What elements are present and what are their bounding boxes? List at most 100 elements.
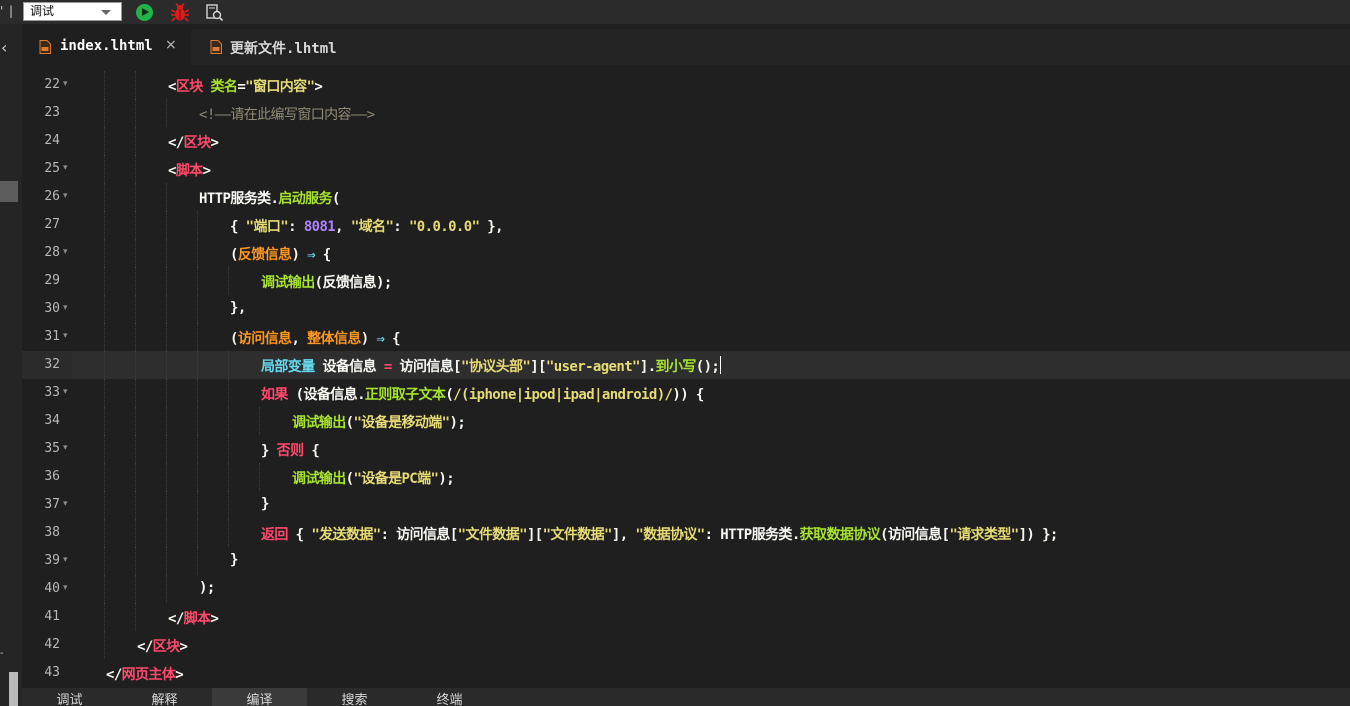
code-token: "设备是移动端" <box>353 415 450 431</box>
indent-guide <box>104 183 105 211</box>
code-editor[interactable]: 22 ▾ <区块 类名="窗口内容"> 23 <!——请在此编写窗口内容——> 24 </区… <box>22 71 1350 687</box>
line-number: 43 <box>44 665 60 680</box>
indent-guide <box>135 491 136 519</box>
bottom-tab-1[interactable]: 解释 <box>117 688 212 706</box>
code-line[interactable]: 28 ▾ (反馈信息) ⇒ { <box>22 239 1350 267</box>
chevron-down-icon <box>101 10 111 15</box>
code-token: "数据协议" <box>635 527 705 543</box>
indent-guide <box>135 295 136 323</box>
fold-marker-icon[interactable]: ▾ <box>63 331 68 341</box>
code-line[interactable]: 22 ▾ <区块 类名="窗口内容"> <box>22 71 1350 99</box>
code-token: : 访问信息[ <box>380 527 459 543</box>
indent-guide <box>104 211 105 239</box>
sidebar-dash: - <box>0 648 4 659</box>
text-cursor <box>720 356 722 374</box>
indent-guide <box>228 519 229 547</box>
fold-marker-icon[interactable]: ▾ <box>63 387 68 397</box>
fold-marker-icon[interactable]: ▾ <box>63 303 68 313</box>
code-token: 类名 <box>210 79 238 95</box>
code-line[interactable]: 27 { "端口": 8081, "域名": "0.0.0.0" }, <box>22 211 1350 239</box>
code-line[interactable]: 32 局部变量 设备信息 = 访问信息["协议头部"]["user-agent"]… <box>22 351 1350 379</box>
fold-marker-icon[interactable]: ▾ <box>63 191 68 201</box>
indent-guide <box>166 323 167 351</box>
sidebar-scroll-handle[interactable] <box>9 672 18 706</box>
toolbar: ' | 调试 <box>0 0 1350 24</box>
code-token: 网页主体 <box>121 667 176 683</box>
code-token: 脚本 <box>175 163 203 179</box>
fold-marker-icon[interactable]: ▾ <box>63 79 68 89</box>
code-token: ( <box>331 191 340 207</box>
bottom-tab-4[interactable]: 终端 <box>402 688 497 706</box>
code-token: HTTP服务类. <box>199 191 279 207</box>
code-line[interactable]: 29 调试输出(反馈信息); <box>22 267 1350 295</box>
code-token: 区块 <box>152 639 180 655</box>
indent-guide <box>166 295 167 323</box>
bottom-tab-2[interactable]: 编译 <box>212 688 307 706</box>
code-text: (访问信息, 整体信息) ⇒ { <box>230 328 401 348</box>
code-line[interactable]: 35 ▾} 否则 { <box>22 435 1350 463</box>
indent-guide <box>197 211 198 239</box>
collapse-arrow-icon[interactable]: ‹ <box>1 38 7 57</box>
code-line[interactable]: 23 <!——请在此编写窗口内容——> <box>22 99 1350 127</box>
code-line[interactable]: 31 ▾ (访问信息, 整体信息) ⇒ { <box>22 323 1350 351</box>
indent-guide <box>166 211 167 239</box>
code-token: (); <box>695 359 720 375</box>
tab-index-lhtml[interactable]: index.lhtml × <box>22 29 191 65</box>
indent-guide <box>104 295 105 323</box>
indent-guide <box>135 407 136 435</box>
code-line[interactable]: 30 ▾}, <box>22 295 1350 323</box>
code-token: > <box>175 667 184 683</box>
code-line[interactable]: 34 调试输出("设备是移动端"); <box>22 407 1350 435</box>
bottom-panel-tabs: 调试 解释 编译 搜索 终端 <box>22 688 1350 706</box>
close-icon[interactable]: × <box>165 37 177 53</box>
indent-guide <box>228 351 229 379</box>
code-line[interactable]: 24 </区块> <box>22 127 1350 155</box>
bottom-tab-0[interactable]: 调试 <box>22 688 117 706</box>
code-line[interactable]: 41 </脚本> <box>22 603 1350 631</box>
fold-marker-icon[interactable]: ▾ <box>63 247 68 257</box>
mode-select[interactable]: 调试 <box>23 2 122 21</box>
line-number: 22 <box>44 77 60 92</box>
code-token: 局部变量 <box>261 359 315 375</box>
find-in-files-icon[interactable] <box>205 3 224 22</box>
code-token: 到小写 <box>655 359 697 375</box>
code-line[interactable]: 38 返回 { "发送数据": 访问信息["文件数据"]["文件数据"], "数据… <box>22 519 1350 547</box>
sidebar-marker[interactable] <box>0 181 18 202</box>
code-token: "端口" <box>245 219 289 235</box>
code-line[interactable]: 36 调试输出("设备是PC端"); <box>22 463 1350 491</box>
code-line[interactable]: 40 ▾); <box>22 575 1350 603</box>
code-token: > <box>202 163 211 179</box>
fold-marker-icon[interactable]: ▾ <box>63 499 68 509</box>
code-line[interactable]: 33 ▾ 如果 (设备信息.正则取子文本(/(iphone|ipod|ipad|an… <box>22 379 1350 407</box>
fold-marker-icon[interactable]: ▾ <box>63 555 68 565</box>
code-line[interactable]: 26 ▾ HTTP服务类.启动服务( <box>22 183 1350 211</box>
code-line[interactable]: 37 ▾} <box>22 491 1350 519</box>
line-number: 28 <box>44 245 60 260</box>
code-text: 局部变量 设备信息 = 访问信息["协议头部"]["user-agent"].到… <box>261 356 722 376</box>
bottom-tab-3[interactable]: 搜索 <box>307 688 402 706</box>
run-icon[interactable] <box>136 4 153 21</box>
code-line[interactable]: 42 </区块> <box>22 631 1350 659</box>
code-token: "发送数据" <box>311 527 381 543</box>
code-text: 调试输出("设备是移动端"); <box>292 412 466 432</box>
code-text: HTTP服务类.启动服务( <box>199 188 340 208</box>
bug-icon[interactable] <box>170 3 190 23</box>
indent-guide <box>197 379 198 407</box>
code-line[interactable]: 43 </网页主体> <box>22 659 1350 687</box>
code-line[interactable]: 39 ▾} <box>22 547 1350 575</box>
code-text: <脚本> <box>168 160 211 180</box>
code-token: ) <box>291 247 308 263</box>
code-text: </区块> <box>168 132 219 152</box>
fold-marker-icon[interactable]: ▾ <box>63 443 68 453</box>
code-token: "请求类型" <box>949 527 1019 543</box>
indent-guide <box>104 631 105 659</box>
code-line[interactable]: 25 ▾ <脚本> <box>22 155 1350 183</box>
indent-guide <box>104 379 105 407</box>
fold-marker-icon[interactable]: ▾ <box>63 163 68 173</box>
code-text: 调试输出(反馈信息); <box>261 272 392 292</box>
code-token: ); <box>449 415 466 431</box>
code-token: : <box>288 219 304 235</box>
code-token: < <box>168 79 176 95</box>
fold-marker-icon[interactable]: ▾ <box>63 583 68 593</box>
tab-update-file[interactable]: 更新文件.lhtml <box>206 29 366 65</box>
